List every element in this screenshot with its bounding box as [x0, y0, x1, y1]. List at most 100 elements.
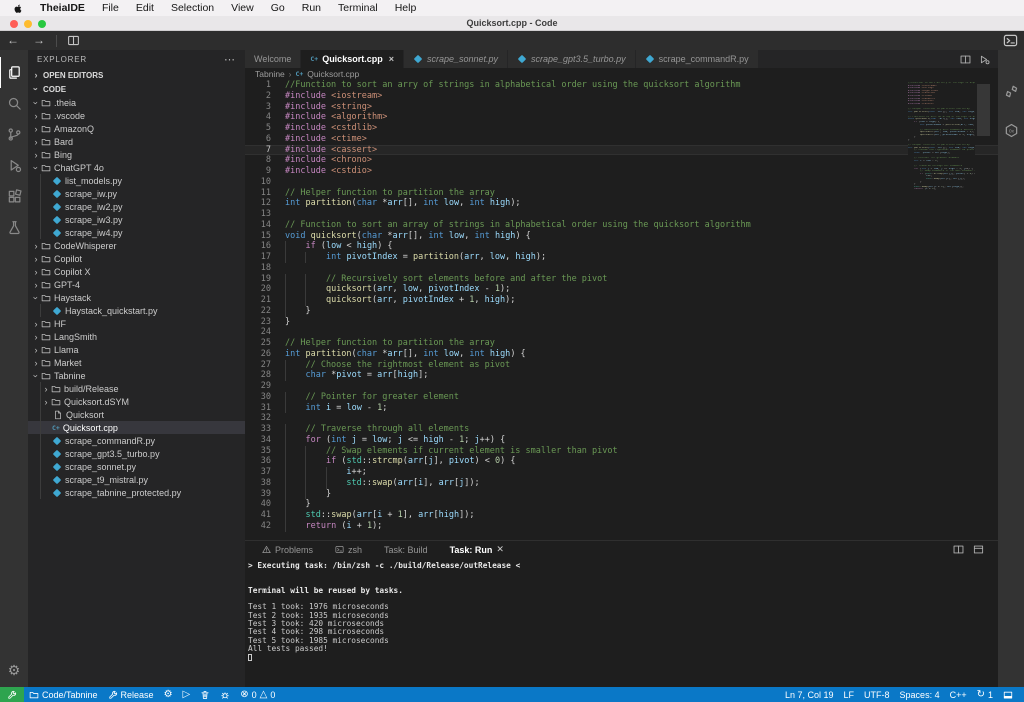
tree-item[interactable]: scrape_t9_mistral.py: [28, 473, 245, 486]
editor-tab[interactable]: scrape_commandR.py: [636, 50, 759, 68]
editor-tab[interactable]: C+Quicksort.cpp×: [301, 50, 404, 68]
tree-item[interactable]: ›Market: [28, 356, 245, 369]
tree-item[interactable]: scrape_commandR.py: [28, 434, 245, 447]
code-line[interactable]: 26int partition(char *arr[], int low, in…: [245, 349, 998, 360]
tree-item[interactable]: ›GPT-4: [28, 278, 245, 291]
code-line[interactable]: 19 // Recursively sort elements before a…: [245, 274, 998, 285]
terminal-output[interactable]: > Executing task: /bin/zsh -c ./build/Re…: [245, 558, 998, 664]
tree-item[interactable]: ›.theia: [28, 96, 245, 109]
tree-item[interactable]: ›build/Release: [28, 382, 245, 395]
forward-button[interactable]: →: [26, 31, 52, 50]
code-line[interactable]: 36 if (std::strcmp(arr[j], pivot) < 0) {: [245, 456, 998, 467]
code-line[interactable]: 2#include <iostream>: [245, 91, 998, 102]
status-remote-indicator[interactable]: [0, 687, 24, 702]
code-line[interactable]: 12int partition(char *arr[], int low, in…: [245, 198, 998, 209]
tree-item[interactable]: ›ChatGPT 4o: [28, 161, 245, 174]
code-line[interactable]: 20 quicksort(arr, low, pivotIndex - 1);: [245, 284, 998, 295]
code-line[interactable]: 17 int pivotIndex = partition(arr, low, …: [245, 252, 998, 263]
panel-tab[interactable]: Problems: [251, 541, 324, 558]
tree-item[interactable]: scrape_iw4.py: [28, 226, 245, 239]
explorer-more-actions-icon[interactable]: ⋯: [224, 53, 235, 66]
code-line[interactable]: 30 // Pointer for greater element: [245, 392, 998, 403]
minimap[interactable]: //Function to sort an arry of strings in…: [908, 80, 975, 540]
status-language-mode[interactable]: C++: [945, 687, 972, 702]
panel-tab[interactable]: Task: Build: [373, 541, 439, 558]
activity-item-testing[interactable]: [0, 212, 28, 243]
split-panel-icon[interactable]: [953, 544, 964, 555]
code-line[interactable]: 21 quicksort(arr, pivotIndex + 1, high);: [245, 295, 998, 306]
status-build-variant[interactable]: Release: [103, 687, 159, 702]
code-line[interactable]: 38 std::swap(arr[i], arr[j]);: [245, 478, 998, 489]
menu-item-selection[interactable]: Selection: [171, 2, 214, 14]
code-editor[interactable]: 1//Function to sort an arry of strings i…: [245, 80, 998, 540]
status-encoding[interactable]: UTF-8: [859, 687, 895, 702]
code-line[interactable]: 4#include <algorithm>: [245, 112, 998, 123]
status-cursor-position[interactable]: Ln 7, Col 19: [780, 687, 839, 702]
activity-item-extensions[interactable]: [0, 181, 28, 212]
code-line[interactable]: 27 // Choose the rightmost element as pi…: [245, 360, 998, 371]
code-line[interactable]: 11// Helper function to partition the ar…: [245, 188, 998, 199]
editor-scrollbar[interactable]: [977, 84, 990, 136]
code-line[interactable]: 32: [245, 413, 998, 424]
menu-item-view[interactable]: View: [231, 2, 254, 14]
panel-tab[interactable]: zsh: [324, 541, 373, 558]
toggle-sidebar-icon[interactable]: [61, 34, 86, 47]
menu-item-file[interactable]: File: [102, 2, 119, 14]
back-button[interactable]: ←: [0, 31, 26, 50]
new-terminal-icon[interactable]: [997, 33, 1024, 48]
status-clean[interactable]: [195, 687, 215, 702]
breadcrumb[interactable]: Tabnine › C+ Quicksort.cpp: [245, 68, 998, 80]
tree-item[interactable]: ›Bing: [28, 148, 245, 161]
editor-tab[interactable]: scrape_gpt3.5_turbo.py: [508, 50, 636, 68]
tree-item[interactable]: ›CodeWhisperer: [28, 239, 245, 252]
strip-item-plugin[interactable]: [1004, 84, 1019, 99]
menu-item-terminal[interactable]: Terminal: [338, 2, 378, 14]
code-line[interactable]: 9#include <cstdio>: [245, 166, 998, 177]
menu-item-help[interactable]: Help: [395, 2, 417, 14]
tree-item[interactable]: list_models.py: [28, 174, 245, 187]
tree-item[interactable]: scrape_iw2.py: [28, 200, 245, 213]
tree-item[interactable]: ›Bard: [28, 135, 245, 148]
status-indentation[interactable]: Spaces: 4: [895, 687, 945, 702]
code-line[interactable]: 15void quicksort(char *arr[], int low, i…: [245, 231, 998, 242]
status-eol-sequence[interactable]: LF: [839, 687, 860, 702]
app-menu-name[interactable]: TheiaIDE: [40, 2, 85, 14]
tree-item[interactable]: ›Copilot: [28, 252, 245, 265]
tree-item[interactable]: ›AmazonQ: [28, 122, 245, 135]
editor-tab[interactable]: scrape_sonnet.py: [404, 50, 508, 68]
tree-item[interactable]: ›.vscode: [28, 109, 245, 122]
code-line[interactable]: 25// Helper function to partition the ar…: [245, 338, 998, 349]
tree-item[interactable]: ›Quicksort.dSYM: [28, 395, 245, 408]
code-line[interactable]: 23}: [245, 317, 998, 328]
code-line[interactable]: 41 std::swap(arr[i + 1], arr[high]);: [245, 510, 998, 521]
tree-item[interactable]: scrape_iw3.py: [28, 213, 245, 226]
code-line[interactable]: 7#include <cassert>: [245, 145, 998, 156]
code-line[interactable]: 35 // Swap elements if current element i…: [245, 446, 998, 457]
breadcrumb-folder[interactable]: Tabnine: [255, 69, 285, 79]
code-line[interactable]: 16 if (low < high) {: [245, 241, 998, 252]
code-line[interactable]: 37 i++;: [245, 467, 998, 478]
code-line[interactable]: 42 return (i + 1);: [245, 521, 998, 532]
code-line[interactable]: 22 }: [245, 306, 998, 317]
close-icon[interactable]: ✕: [496, 544, 504, 555]
code-line[interactable]: 18: [245, 263, 998, 274]
tree-item[interactable]: ›LangSmith: [28, 330, 245, 343]
settings-icon[interactable]: ⚙: [8, 662, 21, 679]
status-workspace[interactable]: Code/Tabnine: [24, 687, 103, 702]
tree-item[interactable]: ›Haystack: [28, 291, 245, 304]
activity-item-source-control[interactable]: [0, 119, 28, 150]
code-line[interactable]: 13: [245, 209, 998, 220]
apple-menu-icon[interactable]: [13, 3, 23, 14]
maximize-panel-icon[interactable]: [973, 544, 984, 555]
menu-item-go[interactable]: Go: [271, 2, 285, 14]
code-line[interactable]: 24: [245, 327, 998, 338]
code-line[interactable]: 14// Function to sort an array of string…: [245, 220, 998, 231]
code-line[interactable]: 34 for (int j = low; j <= high - 1; j++)…: [245, 435, 998, 446]
close-icon[interactable]: ×: [389, 54, 394, 64]
tree-item[interactable]: scrape_iw.py: [28, 187, 245, 200]
code-line[interactable]: 1//Function to sort an arry of strings i…: [245, 80, 998, 91]
code-line[interactable]: 40 }: [245, 499, 998, 510]
code-line[interactable]: 39 }: [245, 489, 998, 500]
activity-item-run-debug[interactable]: [0, 150, 28, 181]
code-line[interactable]: 31 int i = low - 1;: [245, 403, 998, 414]
